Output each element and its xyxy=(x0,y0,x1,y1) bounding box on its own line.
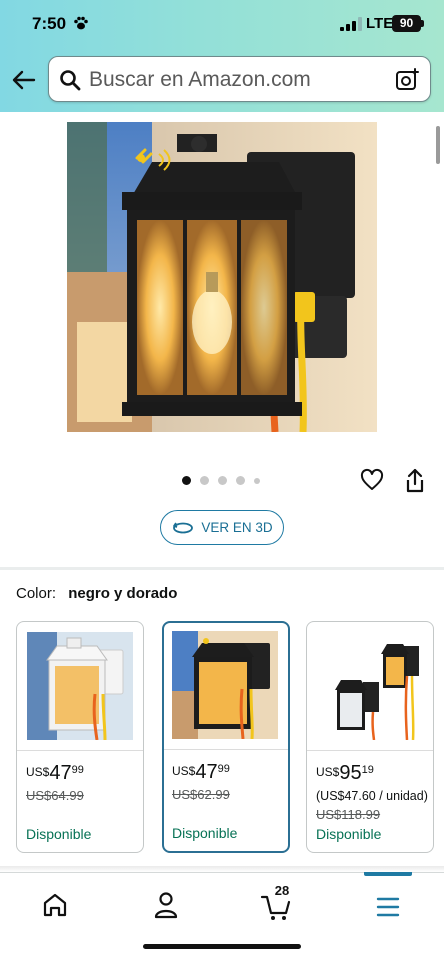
account-icon[interactable] xyxy=(141,887,191,927)
variant-card-black-gold[interactable]: US$4799 US$62.99 Disponible xyxy=(162,621,290,853)
back-arrow-icon[interactable] xyxy=(10,66,38,94)
carousel-dot[interactable] xyxy=(254,477,260,484)
signal-icon xyxy=(340,17,362,31)
search-icon xyxy=(60,70,81,91)
variant-image xyxy=(27,632,133,740)
view-3d-label: VER EN 3D xyxy=(201,520,273,535)
carousel-dot[interactable] xyxy=(218,476,227,485)
card-divider xyxy=(164,749,288,750)
battery-level: 90 xyxy=(392,15,421,32)
rotate-3d-icon xyxy=(173,522,194,533)
price-whole: 47 xyxy=(49,762,72,784)
battery-icon xyxy=(421,20,424,27)
price-whole: 47 xyxy=(195,761,218,783)
list-price: US$62.99 xyxy=(172,787,230,802)
image-carousel-dots[interactable] xyxy=(182,476,262,486)
search-input[interactable] xyxy=(89,66,379,94)
paw-icon xyxy=(74,16,88,30)
cart-button[interactable]: 28 xyxy=(252,883,302,927)
carousel-dot[interactable] xyxy=(200,476,209,485)
color-value: negro y dorado xyxy=(68,585,178,602)
menu-icon[interactable] xyxy=(363,887,413,927)
network-type: LTE xyxy=(366,15,394,32)
camera-scan-icon[interactable] xyxy=(395,68,419,92)
price-currency: US$ xyxy=(172,764,196,778)
variant-image xyxy=(172,631,278,739)
price-currency: US$ xyxy=(26,765,50,779)
variant-price: US$9519 xyxy=(316,762,374,785)
card-divider xyxy=(307,750,433,751)
carousel-dot[interactable] xyxy=(182,476,191,485)
view-3d-button[interactable]: VER EN 3D xyxy=(160,510,284,545)
list-price: US$64.99 xyxy=(26,788,84,803)
variant-card-white[interactable]: US$4799 US$64.99 Disponible xyxy=(16,621,144,853)
price-currency: US$ xyxy=(316,765,340,779)
unit-price: (US$47.60 / unidad) xyxy=(316,789,428,803)
app-header: 7:50 LTE 90 xyxy=(0,0,444,112)
home-indicator[interactable] xyxy=(143,944,301,949)
price-fraction: 99 xyxy=(217,763,230,775)
card-divider xyxy=(17,750,143,751)
color-selection: Color: negro y dorado xyxy=(16,585,177,602)
price-fraction: 99 xyxy=(71,764,84,776)
status-bar: 7:50 LTE 90 xyxy=(0,0,444,48)
scroll-indicator[interactable] xyxy=(436,126,440,164)
price-whole: 95 xyxy=(339,762,362,784)
variant-price: US$4799 xyxy=(26,762,84,785)
price-fraction: 19 xyxy=(361,764,374,776)
heart-icon[interactable] xyxy=(360,468,384,492)
variant-price: US$4799 xyxy=(172,761,230,784)
product-image[interactable] xyxy=(67,122,377,432)
variant-image xyxy=(317,632,423,740)
availability-status: Disponible xyxy=(172,825,238,841)
cart-count: 28 xyxy=(274,883,290,898)
carousel-dot[interactable] xyxy=(236,476,245,485)
nav-active-indicator xyxy=(364,872,412,876)
share-icon[interactable] xyxy=(404,468,426,494)
variant-card-two-pack[interactable]: US$9519 (US$47.60 / unidad) US$118.99 Di… xyxy=(306,621,434,853)
status-time: 7:50 xyxy=(32,14,67,33)
home-icon[interactable] xyxy=(30,887,80,927)
section-divider xyxy=(0,567,444,570)
list-price: US$118.99 xyxy=(316,807,381,822)
color-label: Color: xyxy=(16,585,57,602)
availability-status: Disponible xyxy=(316,826,382,842)
search-bar[interactable] xyxy=(48,56,431,102)
availability-status: Disponible xyxy=(26,826,92,842)
